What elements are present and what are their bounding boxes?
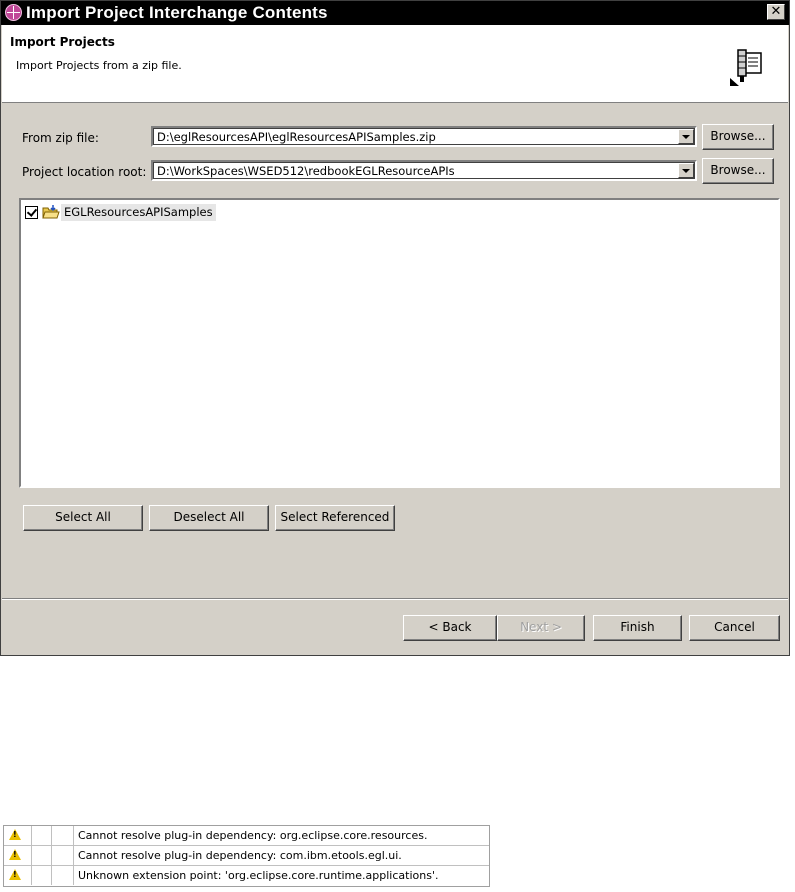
dialog-title: Import Project Interchange Contents — [26, 3, 328, 22]
back-button[interactable]: < Back — [403, 615, 497, 641]
zip-file-value: D:\eglResourcesAPI\eglResourcesAPISample… — [157, 130, 436, 144]
wizard-banner: Import Projects Import Projects from a z… — [2, 25, 788, 103]
folder-icon — [42, 205, 60, 219]
next-button[interactable]: Next > — [497, 615, 585, 641]
zip-file-label: From zip file: — [22, 131, 99, 145]
cancel-button[interactable]: Cancel — [689, 615, 780, 641]
title-bar[interactable]: Import Project Interchange Contents ✕ — [1, 1, 789, 25]
banner-heading: Import Projects — [10, 35, 115, 49]
table-row[interactable]: Unknown extension point: 'org.eclipse.co… — [4, 866, 489, 886]
browse-location-button[interactable]: Browse... — [702, 158, 774, 184]
chevron-down-icon[interactable] — [678, 163, 694, 178]
import-dialog: Import Project Interchange Contents ✕ Im… — [0, 0, 790, 656]
severity-cell — [4, 866, 32, 885]
severity-cell — [4, 826, 32, 845]
project-tree[interactable]: EGLResourcesAPISamples — [19, 198, 780, 488]
warning-icon — [9, 829, 21, 840]
footer-separator — [2, 598, 788, 600]
chevron-down-icon[interactable] — [678, 129, 694, 144]
deselect-all-button[interactable]: Deselect All — [149, 505, 269, 531]
import-wizard-icon — [730, 49, 762, 86]
close-button[interactable]: ✕ — [767, 4, 785, 20]
browse-zip-button[interactable]: Browse... — [702, 124, 774, 150]
warning-icon — [9, 849, 21, 860]
app-icon — [5, 4, 22, 21]
project-checkbox[interactable] — [25, 206, 38, 219]
table-row[interactable]: Cannot resolve plug-in dependency: com.i… — [4, 846, 489, 866]
finish-button[interactable]: Finish — [593, 615, 682, 641]
select-referenced-button[interactable]: Select Referenced — [275, 505, 395, 531]
problem-message: Cannot resolve plug-in dependency: org.e… — [78, 829, 428, 842]
table-row[interactable]: Cannot resolve plug-in dependency: org.e… — [4, 826, 489, 846]
banner-description: Import Projects from a zip file. — [16, 59, 182, 72]
severity-cell — [4, 846, 32, 865]
location-root-label: Project location root: — [22, 165, 147, 179]
location-root-combo[interactable]: D:\WorkSpaces\WSED512\redbookEGLResource… — [151, 160, 697, 181]
warning-icon — [9, 869, 21, 880]
zip-file-combo[interactable]: D:\eglResourcesAPI\eglResourcesAPISample… — [151, 126, 697, 147]
project-name: EGLResourcesAPISamples — [61, 204, 216, 221]
problem-message: Unknown extension point: 'org.eclipse.co… — [78, 869, 439, 882]
select-all-button[interactable]: Select All — [23, 505, 143, 531]
location-root-value: D:\WorkSpaces\WSED512\redbookEGLResource… — [157, 164, 455, 178]
problem-message: Cannot resolve plug-in dependency: com.i… — [78, 849, 402, 862]
problems-table: Cannot resolve plug-in dependency: org.e… — [3, 825, 490, 887]
